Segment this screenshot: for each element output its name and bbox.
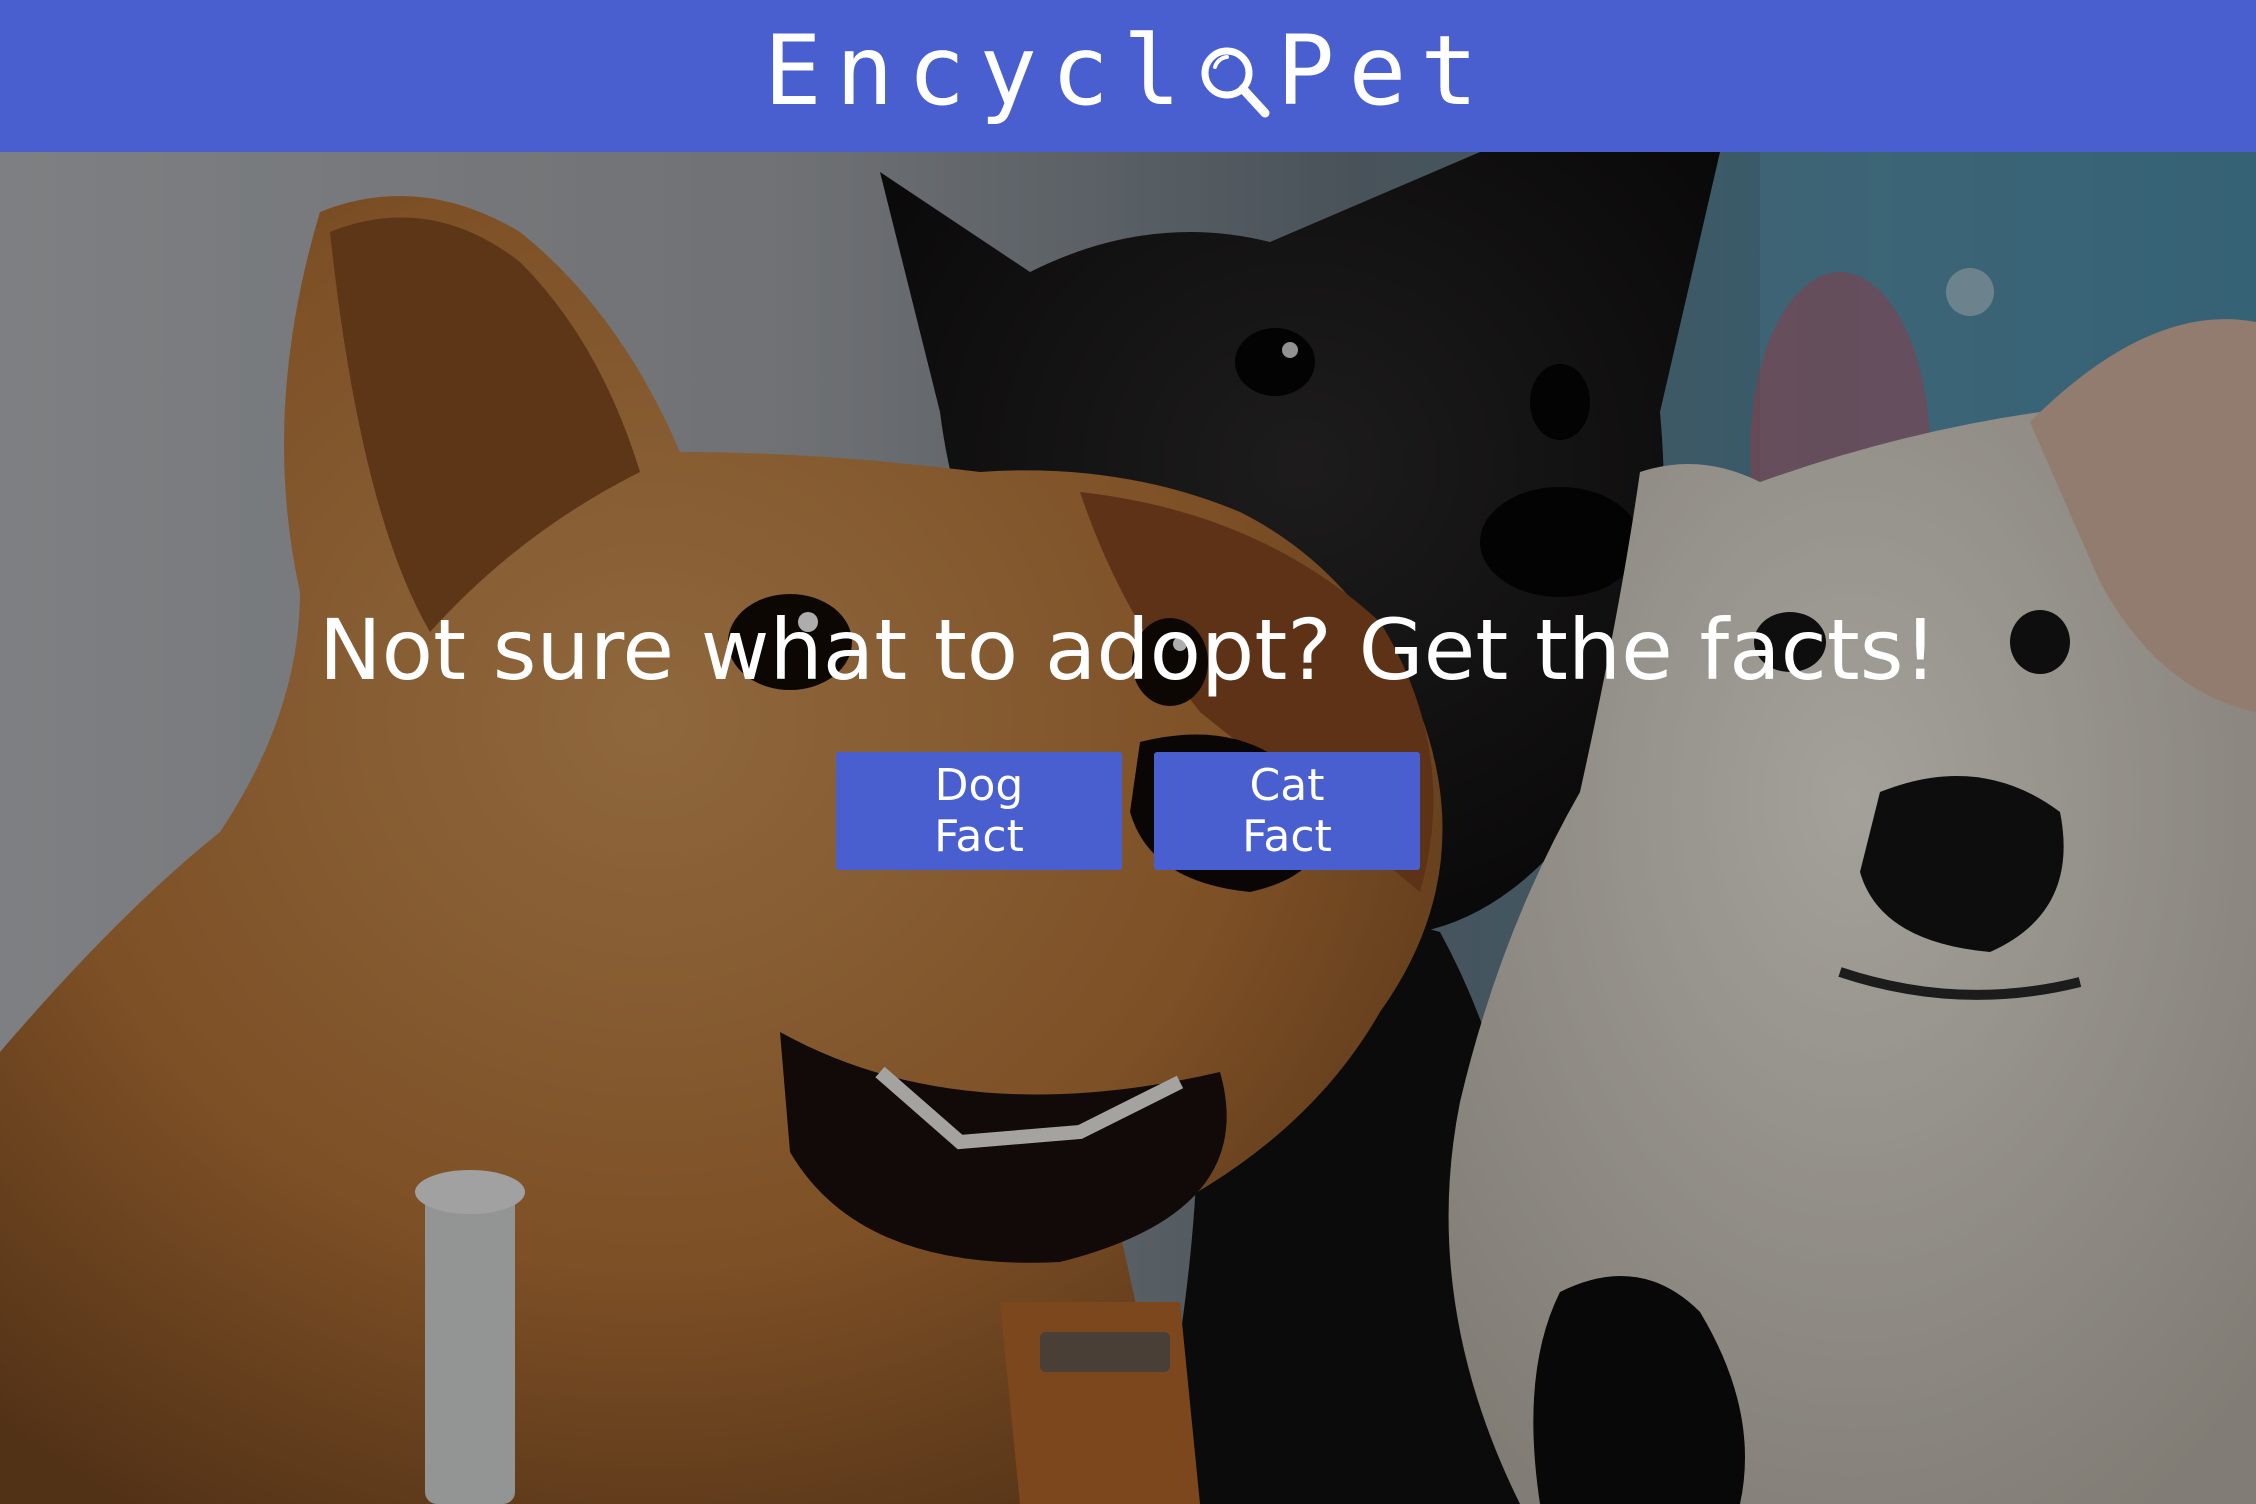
encyclopet-logo[interactable]: Encycl Pet: [764, 21, 1492, 121]
dog-fact-button[interactable]: Dog Fact: [836, 752, 1122, 870]
cat-fact-button[interactable]: Cat Fact: [1154, 752, 1420, 870]
site-header: Encycl Pet: [0, 0, 2256, 152]
fact-buttons: Dog Fact Cat Fact: [0, 752, 2256, 870]
magnifying-glass-icon: [1197, 21, 1271, 121]
hero-headline: Not sure what to adopt? Get the facts!: [318, 601, 1938, 699]
logo-text-suffix: Pet: [1276, 15, 1493, 127]
logo-text-prefix: Encycl: [763, 15, 1195, 127]
